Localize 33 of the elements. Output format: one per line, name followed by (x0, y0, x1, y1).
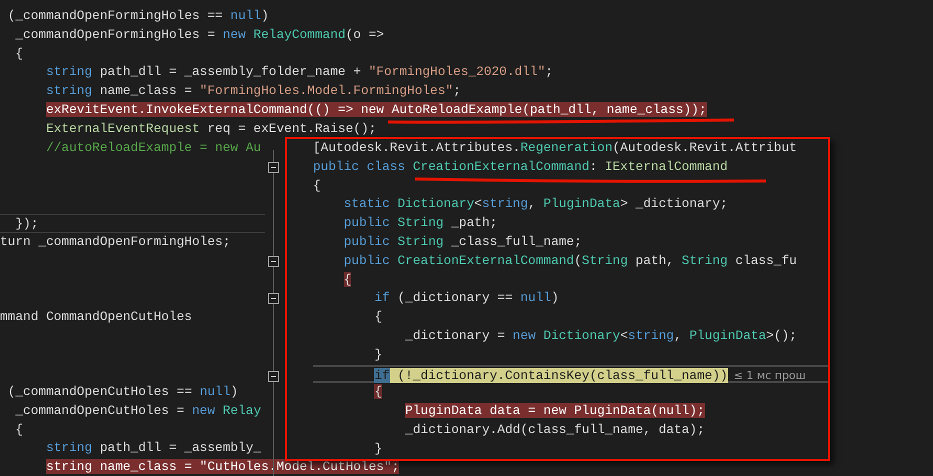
code-line: } (374, 346, 382, 364)
code-line: (_commandOpenFormingHoles == null) (8, 7, 269, 25)
performance-tip: ≤ 1 мс прош (734, 368, 806, 382)
code-line: _dictionary.Add(class_full_name, data); (405, 420, 705, 439)
code-line: public class CreationExternalCommand: IExternalCommand (313, 158, 728, 176)
code-line: _commandOpenFormingHoles = new RelayCommand(o => (15, 26, 384, 44)
code-line: string name_class = "FormingHoles.Model.FormingHoles"; (46, 82, 461, 100)
code-line: string path_dll = _assembly_folder_name + "FormingHoles_2020.dll"; (46, 63, 553, 82)
code-line: mmand CommandOpenCutHoles (0, 308, 192, 326)
code-line: _dictionary = new Dictionary<string, PluginData>(); (405, 326, 797, 345)
code-line: if (_dictionary == null) (374, 289, 559, 308)
code-line: { (15, 44, 24, 63)
code-line: _commandOpenCutHoles = new Relay (15, 402, 262, 420)
code-line: [Autodesk.Revit.Attributes.Regeneration(Autodesk.Revit.Attribut (313, 139, 797, 157)
code-line: string path_dll = _assembly_ (46, 439, 262, 458)
code-line: ExternalEventRequest req = exEvent.Raise(); (46, 120, 376, 138)
code-line: public String _class_full_name; (344, 232, 582, 251)
code-line: turn _commandOpenFormingHoles; (0, 232, 230, 251)
code-line: }); (15, 214, 38, 232)
code-line: public CreationExternalCommand(String path, String class_fu (344, 252, 797, 270)
code-line: { (313, 176, 321, 195)
code-line: //autoReloadExample = new Au (46, 138, 262, 157)
collapse-icon[interactable] (268, 293, 279, 304)
collapse-icon[interactable] (268, 256, 279, 267)
code-line: public String _path; (344, 214, 498, 232)
collapse-icon[interactable] (268, 162, 279, 173)
code-line: } (374, 440, 382, 458)
code-line: (_commandOpenCutHoles == null) (8, 382, 238, 401)
code-line: static Dictionary<string, PluginData> _dictionary; (344, 195, 728, 214)
code-line: { (374, 308, 382, 326)
collapse-icon[interactable] (268, 370, 279, 382)
code-line: { (15, 420, 24, 439)
code-line: if (!_dictionary.ContainsKey(class_full_name)) (374, 366, 728, 382)
